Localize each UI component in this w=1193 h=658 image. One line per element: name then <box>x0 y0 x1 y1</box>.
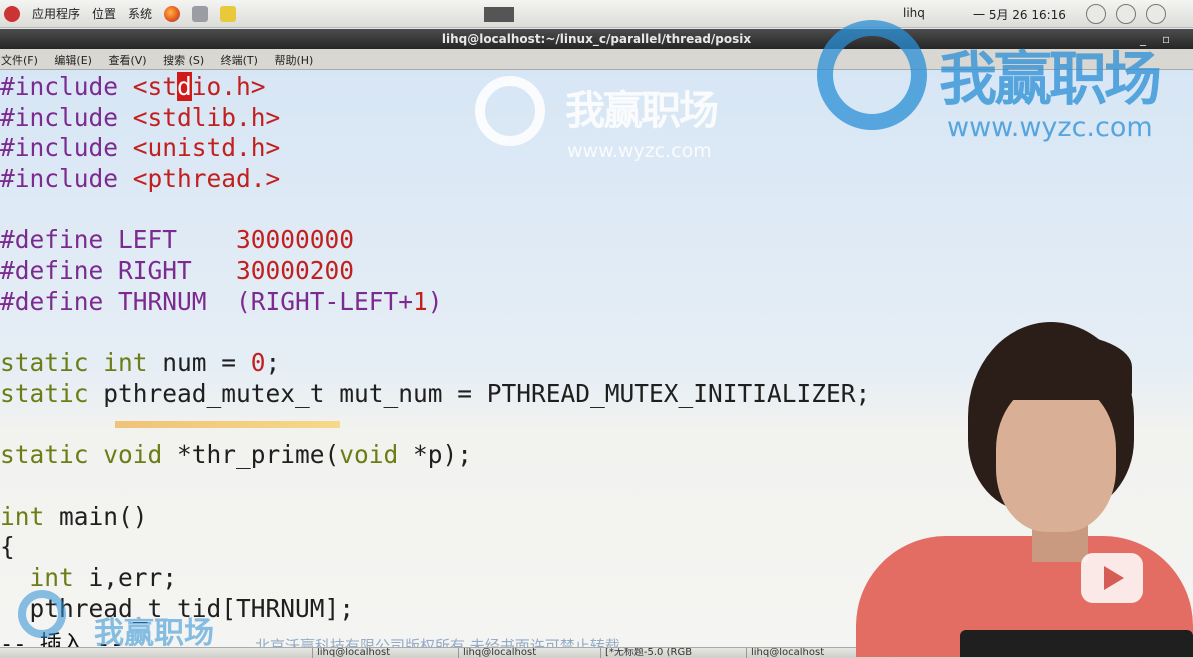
notes-icon[interactable] <box>220 5 237 22</box>
code-line[interactable] <box>0 195 870 226</box>
code-token: *p); <box>398 440 473 470</box>
code-token: 30000000 <box>236 225 355 255</box>
code-token: { <box>0 532 15 562</box>
watermark-brand: 我赢职场 <box>565 88 719 134</box>
code-line[interactable]: #define LEFT 30000000 <box>0 225 870 256</box>
code-token: static void <box>0 440 163 470</box>
code-token: num = <box>147 348 251 378</box>
panel-applet[interactable] <box>484 7 514 22</box>
watermark-center: 我赢职场 www.wyzc.com <box>475 74 735 164</box>
code-line[interactable]: #include <unistd.h> <box>0 133 870 164</box>
play-button[interactable] <box>1081 553 1143 603</box>
code-line[interactable]: int main() <box>0 502 870 533</box>
code-line[interactable]: #include <stdio.h> <box>0 72 870 103</box>
code-token: *thr_prime( <box>162 440 340 470</box>
code-token: ) <box>427 286 443 316</box>
code-token: 1 <box>413 286 428 316</box>
code-token: #include <box>0 133 133 163</box>
code-token: <pthread.> <box>132 164 281 194</box>
code-line[interactable]: #define THRNUM (RIGHT-LEFT+1) <box>0 287 870 318</box>
code-token: #include <box>0 72 133 101</box>
code-line[interactable]: static void *thr_prime(void *p); <box>0 440 870 471</box>
code-token: static int <box>0 348 148 378</box>
menu-applications[interactable]: 应用程序 <box>32 5 80 22</box>
code-token: <st <box>132 72 178 101</box>
window-title: lihq@localhost:~/linux_c/parallel/thread… <box>441 32 752 46</box>
presenter-bangs <box>984 334 1132 400</box>
menu-places[interactable]: 位置 <box>92 5 116 22</box>
watermark-bottom: 我赢职场 <box>14 588 244 651</box>
presenter-video <box>856 320 1193 657</box>
brand-logo-icon <box>817 20 927 130</box>
presenter-face <box>996 382 1116 532</box>
code-token: io.h> <box>191 72 266 101</box>
play-icon <box>1104 566 1124 590</box>
watermark-brand: 我赢职场 <box>94 616 214 651</box>
code-token: main() <box>44 501 148 531</box>
code-token: #define LEFT <box>0 225 237 255</box>
menu-system[interactable]: 系统 <box>128 5 152 22</box>
menu-terminal[interactable]: 终端(T) <box>220 49 264 68</box>
code-line[interactable]: #include <stdlib.h> <box>0 103 870 134</box>
code-token: 0 <box>250 348 266 378</box>
code-token: #define RIGHT <box>0 256 237 286</box>
code-line[interactable]: #define RIGHT 30000200 <box>0 256 870 287</box>
menu-view[interactable]: 查看(V) <box>107 49 152 68</box>
menu-search[interactable]: 搜索 (S) <box>162 49 210 68</box>
code-line[interactable]: static pthread_mutex_t mut_num = PTHREAD… <box>0 379 870 410</box>
brand-logo-icon <box>18 590 66 638</box>
app-menu-icon[interactable] <box>4 5 20 22</box>
watermark-url: www.wyzc.com <box>567 140 712 162</box>
code-token: ; <box>265 348 281 378</box>
menu-edit[interactable]: 编辑(E) <box>53 49 98 68</box>
code-token: <stdlib.h> <box>132 102 281 132</box>
code-token: 30000200 <box>236 256 355 286</box>
code-line[interactable] <box>0 318 870 349</box>
watermark-corner: 我赢职场 www.wyzc.com <box>817 16 1193 146</box>
code-token: #define THRNUM (RIGHT-LEFT+ <box>0 286 414 316</box>
mail-icon[interactable] <box>192 5 209 22</box>
menu-help[interactable]: 帮助(H) <box>273 49 319 68</box>
menu-file[interactable]: 文件(F) <box>0 49 44 68</box>
laptop <box>960 630 1193 657</box>
firefox-icon[interactable] <box>164 5 181 22</box>
code-token: int <box>0 501 45 531</box>
code-editor[interactable]: #include <stdio.h> #include <stdlib.h> #in… <box>0 72 870 624</box>
code-line[interactable] <box>0 410 870 441</box>
code-token: pthread_mutex_t mut_num = PTHREAD_MUTEX_… <box>88 378 871 408</box>
code-line[interactable]: static int num = 0; <box>0 348 870 379</box>
code-line[interactable] <box>0 471 870 502</box>
brand-logo-icon <box>475 76 545 146</box>
code-line[interactable]: { <box>0 532 870 563</box>
code-token: #include <box>0 164 133 194</box>
text-cursor: d <box>177 72 192 101</box>
watermark-url: www.wyzc.com <box>947 112 1153 143</box>
code-token: <unistd.h> <box>132 133 281 163</box>
watermark-brand: 我赢职场 <box>939 45 1162 113</box>
code-line[interactable]: #include <pthread.> <box>0 164 870 195</box>
code-token: static <box>0 378 89 408</box>
code-token: void <box>339 440 399 470</box>
code-token: #include <box>0 102 133 132</box>
